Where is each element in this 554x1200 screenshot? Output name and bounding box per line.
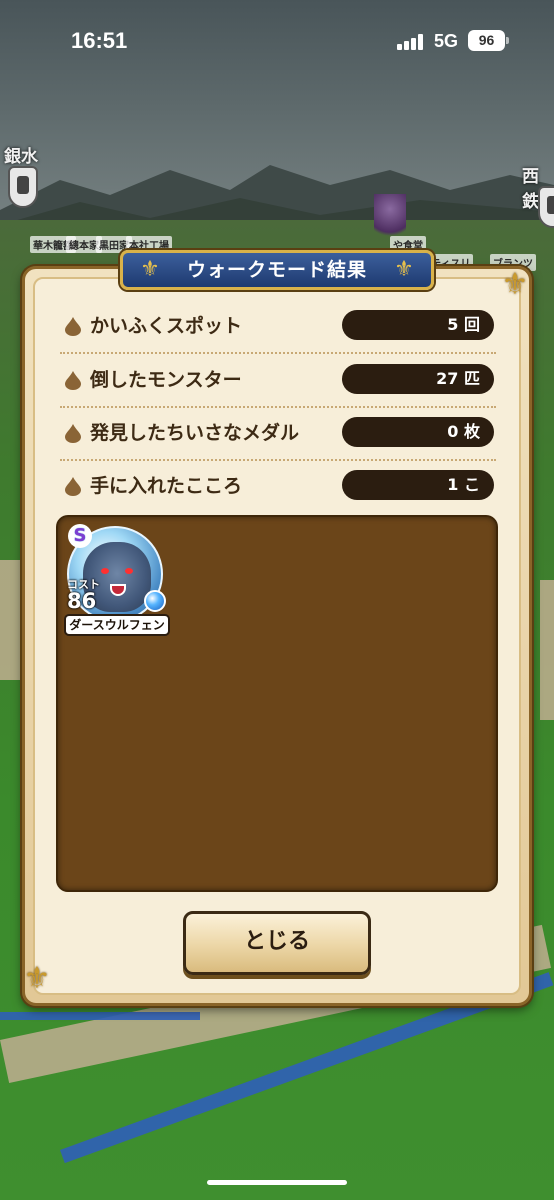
- dialog-title-plate: ⚜ ウォークモード結果 ⚜: [120, 250, 434, 290]
- droplet-bullet-icon: [65, 477, 81, 496]
- droplet-bullet-icon: [65, 371, 81, 390]
- rank-badge: S: [68, 524, 92, 548]
- close-button[interactable]: とじる: [183, 911, 371, 975]
- dialog-title: ウォークモード結果: [186, 259, 367, 281]
- droplet-bullet-icon: [65, 317, 81, 336]
- station-pin-right-icon[interactable]: [538, 186, 554, 228]
- npc-character[interactable]: [374, 194, 406, 244]
- droplet-bullet-icon: [65, 424, 81, 443]
- row-label: かいふくスポット: [90, 315, 243, 337]
- row-divider: [60, 406, 496, 408]
- clock: 16:51: [71, 28, 128, 53]
- result-row-small-medals: 発見したちいさなメダル 0 枚: [60, 410, 496, 456]
- water-element-icon: [144, 590, 166, 612]
- station-pin-left-icon[interactable]: [8, 166, 38, 208]
- corner-ornament-icon: ⚜: [501, 267, 529, 302]
- row-label: 発見したちいさなメダル: [90, 422, 300, 444]
- close-button-label: とじる: [243, 929, 310, 954]
- row-value: 27 匹: [342, 364, 494, 394]
- row-value: 5 回: [342, 310, 494, 340]
- corner-ornament-icon: ⚜: [23, 961, 51, 996]
- network-type: 5G: [434, 31, 459, 51]
- cellular-signal-icon: [397, 34, 425, 50]
- monster-heart-card[interactable]: S コスト 86 ダースウルフェン: [64, 522, 170, 640]
- road: [540, 580, 554, 720]
- cost-value: 86: [67, 589, 97, 613]
- row-divider: [60, 459, 496, 461]
- result-row-healing-spot: かいふくスポット 5 回: [60, 303, 496, 349]
- fleur-ornament-icon: ⚜: [394, 257, 414, 282]
- result-row-defeated-monsters: 倒したモンスター 27 匹: [60, 357, 496, 403]
- row-divider: [60, 352, 496, 354]
- river: [0, 1012, 200, 1020]
- row-label: 倒したモンスター: [90, 369, 242, 391]
- monster-name: ダースウルフェン: [64, 614, 170, 636]
- result-row-hearts-obtained: 手に入れたこころ 1 こ: [60, 463, 496, 509]
- row-value: 1 こ: [342, 470, 494, 500]
- station-label-left[interactable]: 銀水: [4, 142, 38, 167]
- battery-icon: 96: [468, 30, 505, 51]
- row-value: 0 枚: [342, 417, 494, 447]
- battery-tip: [506, 37, 509, 44]
- home-indicator[interactable]: [207, 1180, 347, 1185]
- status-bar: 16:51 5G 96: [0, 0, 554, 80]
- road: [0, 560, 22, 680]
- row-label: 手に入れたこころ: [90, 475, 243, 497]
